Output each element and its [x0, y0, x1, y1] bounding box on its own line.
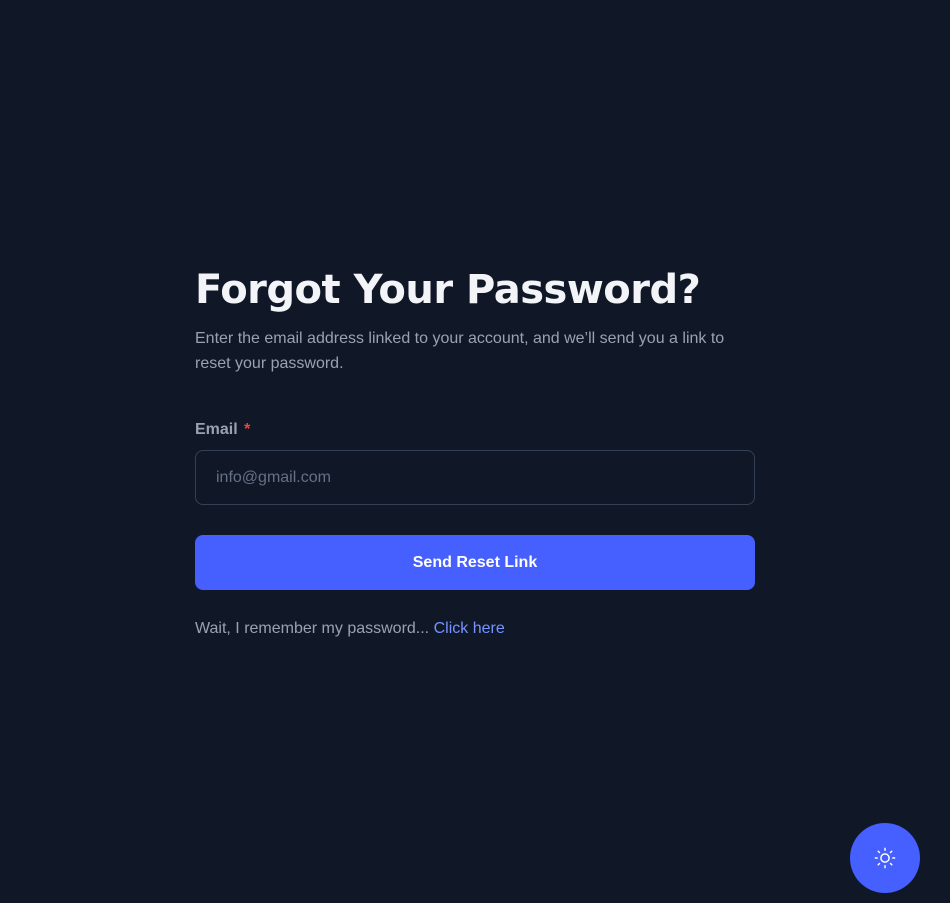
send-reset-link-button[interactable]: Send Reset Link — [195, 535, 755, 590]
remember-password-text: Wait, I remember my password... Click he… — [195, 618, 755, 640]
email-field-wrapper — [195, 450, 755, 505]
sun-icon — [874, 847, 896, 869]
required-asterisk: * — [244, 421, 251, 438]
theme-toggle-button[interactable] — [850, 823, 920, 893]
remember-password-prompt: Wait, I remember my password... — [195, 620, 434, 637]
email-input[interactable] — [195, 450, 755, 505]
forgot-password-panel: Forgot Your Password? Enter the email ad… — [195, 262, 755, 640]
page-subtitle: Enter the email address linked to your a… — [195, 330, 725, 372]
sign-in-link[interactable]: Click here — [434, 620, 505, 637]
email-label-text: Email — [195, 421, 238, 438]
email-label: Email * — [195, 420, 755, 440]
reset-form: Email * Send Reset Link — [195, 420, 755, 590]
page-title: Forgot Your Password? — [195, 267, 701, 313]
